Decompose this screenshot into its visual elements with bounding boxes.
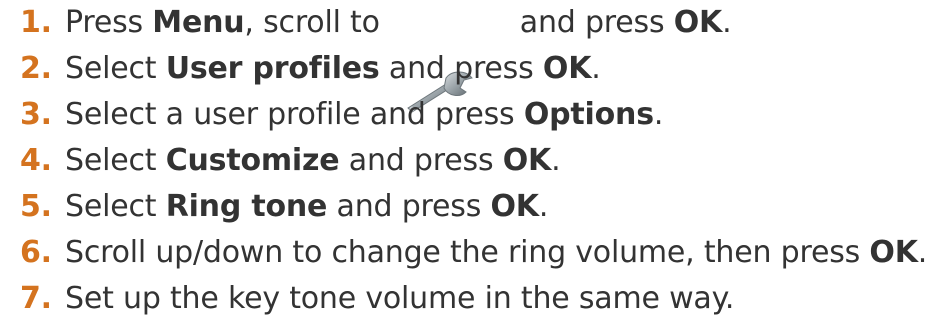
step-number: 5. xyxy=(20,188,52,224)
step-text: . xyxy=(591,50,601,86)
step-5: 5. Select Ring tone and press OK . xyxy=(20,184,548,228)
step-6: 6. Scroll up/down to change the ring vol… xyxy=(20,230,927,274)
step-number: 4. xyxy=(20,142,52,178)
key-name: OK xyxy=(502,142,552,178)
key-name: OK xyxy=(869,234,918,270)
step-number: 2. xyxy=(20,50,52,86)
step-2: 2. Select User profiles and press OK . xyxy=(20,46,601,90)
step-text: . xyxy=(917,234,928,270)
step-text: . xyxy=(551,142,561,178)
step-text: Select xyxy=(65,142,166,178)
step-text: and press xyxy=(327,188,491,224)
menu-item-name: Customize xyxy=(165,142,340,178)
key-name: Options xyxy=(523,96,654,132)
step-number: 1. xyxy=(20,4,52,40)
menu-item-name: User profiles xyxy=(165,50,380,86)
key-name: Menu xyxy=(152,4,245,40)
step-number: 3. xyxy=(20,96,52,132)
step-4: 4. Select Customize and press OK . xyxy=(20,138,561,182)
step-number: 7. xyxy=(20,280,52,316)
step-text: . xyxy=(722,4,732,40)
wrench-icon xyxy=(402,0,476,113)
menu-item-name: Ring tone xyxy=(165,188,328,224)
step-7: 7. Set up the key tone volume in the sam… xyxy=(20,276,734,320)
step-text: , scroll to xyxy=(244,4,380,40)
key-name: OK xyxy=(673,4,723,40)
key-name: OK xyxy=(490,188,540,224)
step-text: Press xyxy=(65,4,153,40)
step-text: Select xyxy=(65,188,166,224)
step-3: 3. Select a user profile and press Optio… xyxy=(20,92,663,136)
step-text: . xyxy=(538,188,549,224)
step-text: and press xyxy=(379,50,543,86)
step-text: and press xyxy=(519,4,674,40)
step-text: Scroll up/down to change the ring volume… xyxy=(65,234,870,270)
step-1: 1. Press Menu , scroll to and press OK . xyxy=(20,0,732,113)
step-text: and press xyxy=(339,142,503,178)
step-text: Select xyxy=(65,50,166,86)
step-text: Set up the key tone volume in the same w… xyxy=(65,280,735,316)
step-text: . xyxy=(653,96,664,132)
step-text: Select a user profile and press xyxy=(65,96,524,132)
step-number: 6. xyxy=(20,234,52,270)
key-name: OK xyxy=(542,50,592,86)
